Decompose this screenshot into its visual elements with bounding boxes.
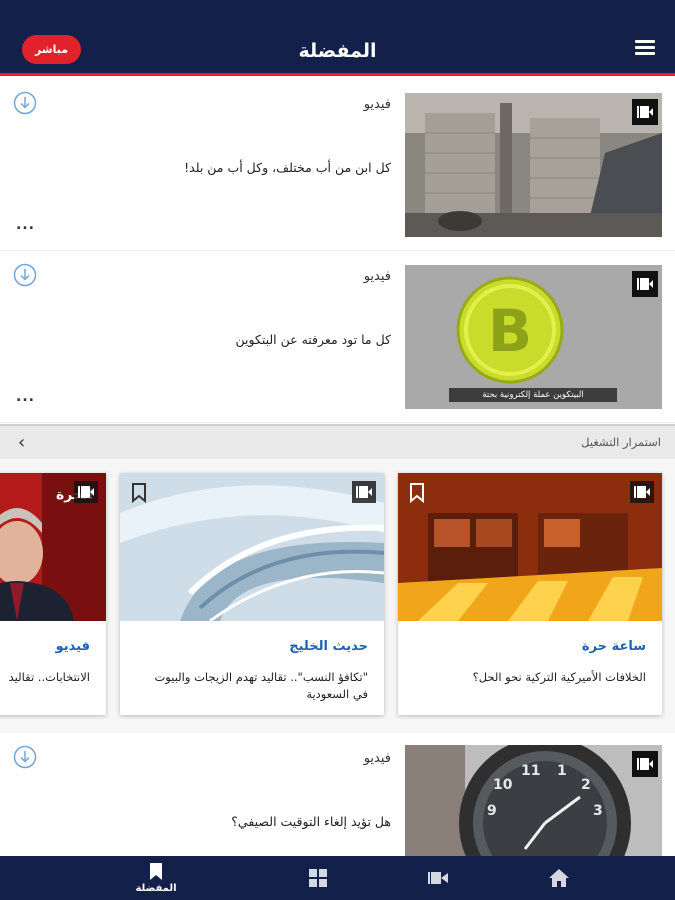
item-title[interactable]: كل ابن من أب مختلف، وكل أب من بلد! <box>31 159 391 177</box>
wristwatch-image: 1011 1 29 3 <box>405 745 662 857</box>
more-options-icon[interactable]: ... <box>16 389 35 405</box>
bookmark-icon <box>150 862 162 880</box>
list-item[interactable]: B البيتكوين عملة إلكترونية بحتة فيديو كل… <box>0 251 675 423</box>
item-title[interactable]: هل تؤيد إلغاء التوقيت الصيفي؟ <box>31 813 391 831</box>
item-category: فيديو <box>363 269 391 284</box>
studio-image <box>398 473 662 621</box>
video-card[interactable]: الحرة فيديو الانتخابات.. تقاليد <box>0 473 106 715</box>
item-category: فيديو <box>363 97 391 112</box>
card-title: "تكافؤ النسب".. تقاليد تهدم الزيجات والب… <box>154 670 368 701</box>
card-category: حديث الخليج <box>289 639 368 654</box>
video-card[interactable]: حديث الخليج "تكافؤ النسب".. تقاليد تهدم … <box>120 473 384 715</box>
video-thumbnail[interactable]: 10 11 1 293 <box>405 745 662 857</box>
continue-watching-carousel[interactable]: ساعة حرة الخلافات الأميركية التركية نحو … <box>0 459 675 733</box>
bookmark-icon[interactable] <box>408 483 426 503</box>
video-badge-icon <box>630 481 654 503</box>
nav-item-videos[interactable] <box>398 856 478 900</box>
svg-text:10: 10 <box>493 777 513 793</box>
video-icon <box>428 872 448 884</box>
nav-item-home[interactable] <box>519 856 599 900</box>
home-icon <box>549 869 569 887</box>
app: مباشر المفضلة فيديو كل ابن من أب مختلف، … <box>0 0 675 900</box>
svg-text:3: 3 <box>593 803 603 819</box>
bookmark-icon[interactable] <box>130 483 148 503</box>
video-badge-icon <box>632 99 658 125</box>
top-app-bar: مباشر المفضلة <box>0 0 675 76</box>
page-title: المفضلة <box>298 40 377 62</box>
svg-text:9: 9 <box>487 803 497 819</box>
menu-icon[interactable] <box>635 40 655 56</box>
continue-watching-header[interactable]: استمرار التشغيل ‹ <box>0 424 675 459</box>
card-category: فيديو <box>55 639 90 654</box>
nav-label: المفضلة <box>135 882 177 894</box>
svg-text:11: 11 <box>521 763 540 779</box>
video-badge-icon <box>352 481 376 503</box>
construction-scene-image <box>405 93 662 237</box>
list-item[interactable]: فيديو كل ابن من أب مختلف، وكل أب من بلد!… <box>0 79 675 251</box>
svg-text:1: 1 <box>557 763 567 779</box>
download-icon[interactable] <box>13 91 37 115</box>
nav-item-favorites[interactable]: المفضلة <box>116 856 196 900</box>
video-thumbnail[interactable] <box>405 93 662 237</box>
thumbnail-caption: البيتكوين عملة إلكترونية بحتة <box>449 388 617 402</box>
card-title: الانتخابات.. تقاليد <box>8 670 90 684</box>
svg-text:B: B <box>488 297 532 365</box>
chevron-left-icon[interactable]: ‹ <box>18 432 25 453</box>
more-options-icon[interactable]: ... <box>16 217 35 233</box>
grid-icon <box>309 869 327 887</box>
item-category: فيديو <box>363 751 391 766</box>
video-thumbnail[interactable]: B البيتكوين عملة إلكترونية بحتة <box>405 265 662 409</box>
abstract-blue-image <box>120 473 384 621</box>
video-badge-icon <box>632 751 658 777</box>
download-icon[interactable] <box>13 745 37 769</box>
item-title[interactable]: كل ما تود معرفته عن البتكوين <box>31 331 391 349</box>
card-title: الخلافات الأميركية التركية نحو الحل؟ <box>472 670 646 684</box>
nav-item-sections[interactable] <box>278 856 358 900</box>
card-thumbnail <box>398 473 662 621</box>
card-thumbnail <box>120 473 384 621</box>
list-item[interactable]: 10 11 1 293 فيديو هل تؤيد إلغاء التوقيت ال… <box>0 733 675 857</box>
video-badge-icon <box>632 271 658 297</box>
video-card[interactable]: ساعة حرة الخلافات الأميركية التركية نحو … <box>398 473 662 715</box>
svg-text:2: 2 <box>581 777 591 793</box>
download-icon[interactable] <box>13 263 37 287</box>
bottom-navigation: المفضلة <box>0 856 675 900</box>
card-category: ساعة حرة <box>581 639 646 654</box>
continue-watching-label: استمرار التشغيل <box>581 435 661 449</box>
video-badge-icon <box>74 481 98 503</box>
